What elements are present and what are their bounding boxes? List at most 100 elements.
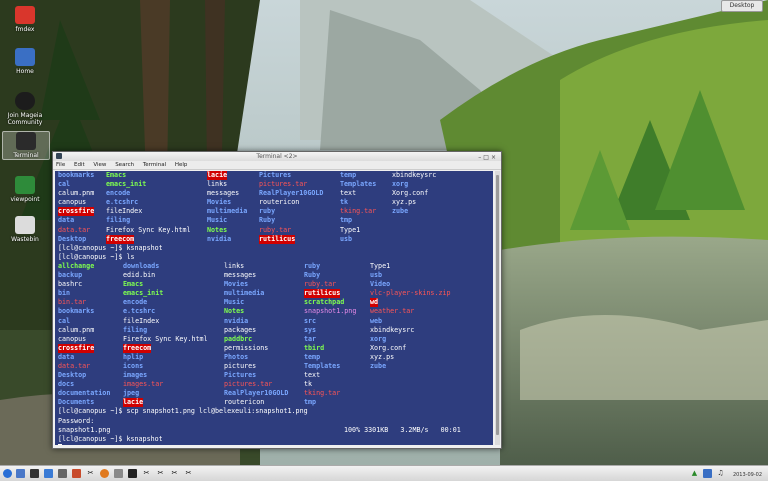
ls-entry: pictures.tar [224,380,273,389]
ls-entry: Desktop [58,234,87,243]
scissors-icon[interactable]: ✂ [156,469,165,478]
ls-entry: Emacs [106,171,127,179]
ls-entry: Notes [224,307,245,316]
scissors-icon[interactable]: ✂ [86,469,95,478]
terminal-output[interactable]: bookmarks Emacs lacie Pictures temp xbindkeys… [55,171,493,445]
ls-entry: bookmarks [58,171,95,179]
ls-entry: Templates [340,180,377,189]
menu-search[interactable]: Search [115,162,134,168]
close-icon[interactable]: × [491,154,498,161]
ls-entry: bookmarks [58,307,95,316]
update-icon[interactable] [703,469,712,478]
menu-file[interactable]: File [56,162,65,168]
terminal-window[interactable]: Terminal <2> –□× File Edit View Search T… [52,151,502,449]
ls-entry: data [58,216,75,225]
ls-entry: links [207,180,228,189]
ls-entry: ruby.tar [304,280,337,289]
file-manager-icon[interactable] [44,469,53,478]
ls-entry: canopus [58,198,87,207]
ls-entry: messages [224,271,257,280]
ls-entry: Xorg.conf [370,343,407,352]
desktop-icon-join-mageia[interactable]: Join Mageia Community [2,92,48,126]
window-controls[interactable]: –□× [478,153,498,162]
transfer-line: snapshot1.png 100% 3301KB 3.2MB/s 00:01 [58,426,493,435]
window-titlebar[interactable]: Terminal <2> –□× [53,152,501,161]
ls-entry: canopus [58,334,87,343]
ls-entry: backup [58,271,83,280]
ls-entry: tmp [304,398,317,407]
tray-clock[interactable]: 2013-09-02 [733,472,762,478]
terminal-scrollbar[interactable] [495,171,500,445]
menu-help[interactable]: Help [175,162,188,168]
desktop-icon-label: fmdex [15,26,35,33]
ls-row: crossfire fileIndex multimedia ruby tking.ta… [58,207,493,217]
ls-entry: cal [58,316,71,325]
ls-entry: temp [340,171,357,179]
viewpoint-icon [15,176,35,194]
ls-row: data.tar icons pictures Templates zube [58,362,493,371]
ls-entry: data.tar [58,361,91,370]
desktop-icon-home[interactable]: Home [2,48,48,75]
ls-entry: Ruby [304,271,321,280]
scissors-icon[interactable]: ✂ [142,469,151,478]
ls-entry: tk [304,380,313,389]
tools-icon[interactable] [72,469,81,478]
ls-entry: bin [58,289,71,298]
ls-row: bookmarks e.tcshrc Notes snapshot1.png weath… [58,307,493,316]
ls-row: data hplip Photos temp xyz.ps [58,353,493,362]
desktop-icon-label: Terminal [13,152,39,159]
ls-entry: usb [370,271,383,280]
transfer-file: snapshot1.png [58,425,111,434]
terminal-line: [lcl@canopus ~]$ scp snapshot1.png lcl@b… [58,407,308,416]
show-desktop-icon[interactable] [16,469,25,478]
ls-entry: encode [123,298,148,307]
ls-row: allchange downloads links ruby Type1 [58,262,493,271]
package-manager-icon[interactable] [58,469,67,478]
terminal-line: [lcl@canopus ~]$ ksnapshot [58,243,163,252]
document-icon[interactable] [114,469,123,478]
menu-edit[interactable]: Edit [74,162,85,168]
desktop-icon-terminal[interactable]: Terminal [2,131,50,160]
ls-row: calum.pnm encode messages RealPlayer10GOLD t… [58,189,493,198]
ls-entry: filing [106,216,131,225]
terminal-icon [16,132,36,150]
scissors-icon[interactable]: ✂ [170,469,179,478]
ls-entry: weather.tar [370,307,415,316]
terminal-taskbar-icon[interactable] [128,469,137,478]
ls-entry: multimedia [224,289,265,298]
menu-view[interactable]: View [93,162,106,168]
firefox-icon[interactable] [100,469,109,478]
home-folder-icon [15,48,35,66]
system-settings-icon[interactable] [30,469,39,478]
volume-icon[interactable]: ♫ [716,469,725,478]
ls-entry: freecom [123,343,152,353]
ls-entry: links [224,261,245,270]
trash-icon [15,216,35,234]
ls-entry: Documents [58,398,95,407]
ls-entry: e.tcshrc [123,307,156,316]
ls-row: cal fileIndex nvidia src web [58,317,493,326]
scrollbar-thumb[interactable] [496,175,499,435]
show-desktop-button[interactable]: Desktop [721,0,763,12]
ls-entry: Emacs [123,280,144,289]
start-menu-icon[interactable] [3,469,12,478]
scissors-icon[interactable]: ✂ [184,469,193,478]
ls-entry: downloads [123,261,160,270]
ls-entry: Ruby [259,216,276,225]
desktop-icon-viewpoint[interactable]: viewpoint [2,176,48,203]
ls-entry: xyz.ps [370,352,395,361]
maximize-icon[interactable]: □ [483,154,491,161]
ls-entry: tar [304,334,317,343]
ls-row: Desktop freecom nvidia rutilicus usb [58,234,493,244]
ls-entry: fileIndex [106,207,143,216]
menu-terminal[interactable]: Terminal [143,162,166,168]
ls-entry: images.tar [123,380,164,389]
window-app-icon [56,153,62,159]
ls-entry: data.tar [58,225,91,234]
ls-entry: Music [224,298,245,307]
network-icon[interactable]: ▲ [690,469,699,478]
desktop-icon-fmdex[interactable]: fmdex [2,6,48,33]
ls-entry: text [304,371,321,380]
ls-entry: xbindkeysrc [392,171,437,179]
desktop-icon-wastebin[interactable]: Wastebin [2,216,48,243]
